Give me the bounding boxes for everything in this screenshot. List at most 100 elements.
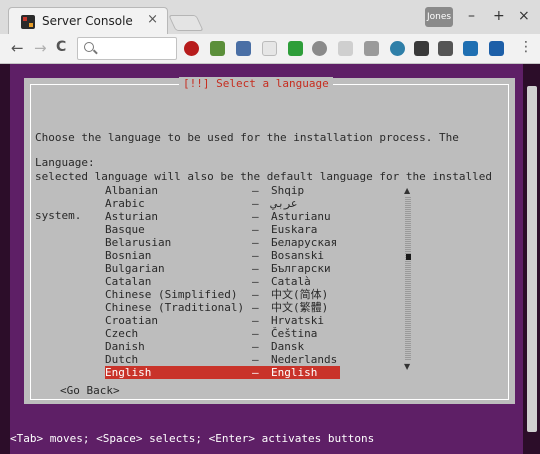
- dialog-title: [!!] Select a language: [179, 77, 333, 91]
- browser-menu-icon[interactable]: ⋮: [519, 39, 533, 55]
- list-item[interactable]: Danish – Dansk: [105, 340, 340, 353]
- list-item[interactable]: Catalan – Català: [105, 275, 340, 288]
- address-bar[interactable]: [77, 37, 177, 60]
- separator-dash: –: [252, 301, 259, 314]
- language-native-name: Беларуская: [271, 236, 338, 249]
- separator-dash: –: [252, 262, 259, 275]
- page-viewport: [!!] Select a language Choose the langua…: [0, 64, 540, 454]
- list-item[interactable]: Albanian – Shqip: [105, 184, 340, 197]
- language-name: Czech: [105, 327, 139, 340]
- list-item[interactable]: Asturian – Asturianu: [105, 210, 340, 223]
- plane-icon[interactable]: [489, 41, 504, 56]
- separator-dash: –: [252, 184, 259, 197]
- language-native-name: Hrvatski: [271, 314, 324, 327]
- separator-dash: –: [252, 366, 259, 379]
- clock-icon[interactable]: [312, 41, 327, 56]
- forward-button[interactable]: →: [34, 39, 47, 57]
- intro-line: selected language will also be the defau…: [35, 170, 492, 183]
- tab-strip: Server Console × Jones – + ×: [0, 0, 540, 34]
- language-native-name: Nederlands: [271, 353, 338, 366]
- list-item-selected[interactable]: English – English: [105, 366, 340, 379]
- separator-dash: –: [252, 314, 259, 327]
- language-name: Arabic: [105, 197, 145, 210]
- language-native-name: Čeština: [271, 327, 318, 340]
- page-scrollbar-thumb[interactable]: [527, 86, 537, 432]
- separator-dash: –: [252, 223, 259, 236]
- language-heading: Language:: [35, 156, 95, 169]
- ublock-icon[interactable]: [184, 41, 199, 56]
- list-item[interactable]: Belarusian – Беларуская: [105, 236, 340, 249]
- language-native-name: English: [271, 366, 318, 379]
- separator-dash: –: [252, 340, 259, 353]
- language-native-name: Dansk: [271, 340, 305, 353]
- scroll-position-marker[interactable]: [406, 254, 411, 260]
- new-tab-button[interactable]: [168, 15, 204, 31]
- language-native-name: 中文(简体): [271, 288, 329, 301]
- address-input[interactable]: [100, 40, 172, 57]
- list-item[interactable]: Chinese (Traditional) – 中文(繁體): [105, 301, 340, 314]
- list-item[interactable]: Arabic – عربي: [105, 197, 340, 210]
- scroll-track[interactable]: [405, 196, 411, 360]
- list-item[interactable]: Bulgarian – Български: [105, 262, 340, 275]
- cursor-icon[interactable]: [364, 41, 379, 56]
- list-item[interactable]: Basque – Euskara: [105, 223, 340, 236]
- language-name: Bulgarian: [105, 262, 165, 275]
- language-name: Bosnian: [105, 249, 152, 262]
- separator-dash: –: [252, 275, 259, 288]
- list-item[interactable]: Chinese (Simplified) – 中文(简体): [105, 288, 340, 301]
- scroll-down-arrow-icon[interactable]: ▼: [404, 362, 410, 371]
- browser-tab[interactable]: Server Console ×: [8, 7, 168, 34]
- separator-dash: –: [252, 249, 259, 262]
- separator-dash: –: [252, 288, 259, 301]
- go-back-button[interactable]: <Go Back>: [60, 384, 120, 397]
- installer-dialog: [!!] Select a language Choose the langua…: [24, 77, 515, 404]
- language-name: Basque: [105, 223, 145, 236]
- checkmark-icon[interactable]: [288, 41, 303, 56]
- screen-icon[interactable]: [414, 41, 429, 56]
- language-name: Croatian: [105, 314, 158, 327]
- language-name: English: [105, 366, 152, 379]
- columns-icon[interactable]: [438, 41, 453, 56]
- language-native-name: Shqip: [271, 184, 305, 197]
- reload-button[interactable]: C: [56, 39, 66, 55]
- list-item[interactable]: Croatian – Hrvatski: [105, 314, 340, 327]
- language-name: Belarusian: [105, 236, 172, 249]
- list-item[interactable]: Bosnian – Bosanski: [105, 249, 340, 262]
- cloud-icon[interactable]: [390, 41, 405, 56]
- tab-title: Server Console: [42, 14, 133, 28]
- stack-icon[interactable]: [236, 41, 251, 56]
- intro-line: Choose the language to be used for the i…: [35, 131, 459, 144]
- profile-button[interactable]: Jones: [425, 7, 453, 27]
- close-window-button[interactable]: ×: [518, 8, 530, 24]
- list-item[interactable]: Dutch – Nederlands: [105, 353, 340, 366]
- language-native-name: Asturianu: [271, 210, 331, 223]
- upload-icon[interactable]: [210, 41, 225, 56]
- language-name: Chinese (Simplified): [105, 288, 238, 301]
- tab-close-icon[interactable]: ×: [147, 12, 158, 27]
- back-button[interactable]: ←: [11, 39, 24, 57]
- language-name: Catalan: [105, 275, 152, 288]
- list-item[interactable]: Czech – Čeština: [105, 327, 340, 340]
- scroll-up-arrow-icon[interactable]: ▲: [404, 186, 410, 195]
- terminal-favicon-icon: [21, 15, 35, 29]
- language-name: Danish: [105, 340, 145, 353]
- minimize-button[interactable]: –: [468, 8, 475, 24]
- camera-icon[interactable]: [262, 41, 277, 56]
- language-list[interactable]: Albanian – Shqip Arabic – عربي Asturian – Asturi…: [105, 184, 340, 379]
- browser-toolbar: ← → C ⋮: [0, 34, 540, 64]
- language-native-name: عربي: [271, 197, 298, 210]
- page-icon[interactable]: [338, 41, 353, 56]
- separator-dash: –: [252, 353, 259, 366]
- language-native-name: Euskara: [271, 223, 318, 236]
- slash-icon[interactable]: [463, 41, 478, 56]
- language-native-name: Български: [271, 262, 331, 275]
- status-bar: <Tab> moves; <Space> selects; <Enter> ac…: [10, 432, 523, 446]
- language-name: Albanian: [105, 184, 158, 197]
- terminal-left-edge: [0, 64, 10, 454]
- separator-dash: –: [252, 327, 259, 340]
- language-list-scrollbar[interactable]: ▲ ▼: [404, 186, 412, 371]
- language-native-name: 中文(繁體): [271, 301, 329, 314]
- maximize-button[interactable]: +: [493, 8, 505, 24]
- language-name: Chinese (Traditional): [105, 301, 245, 314]
- language-native-name: Bosanski: [271, 249, 324, 262]
